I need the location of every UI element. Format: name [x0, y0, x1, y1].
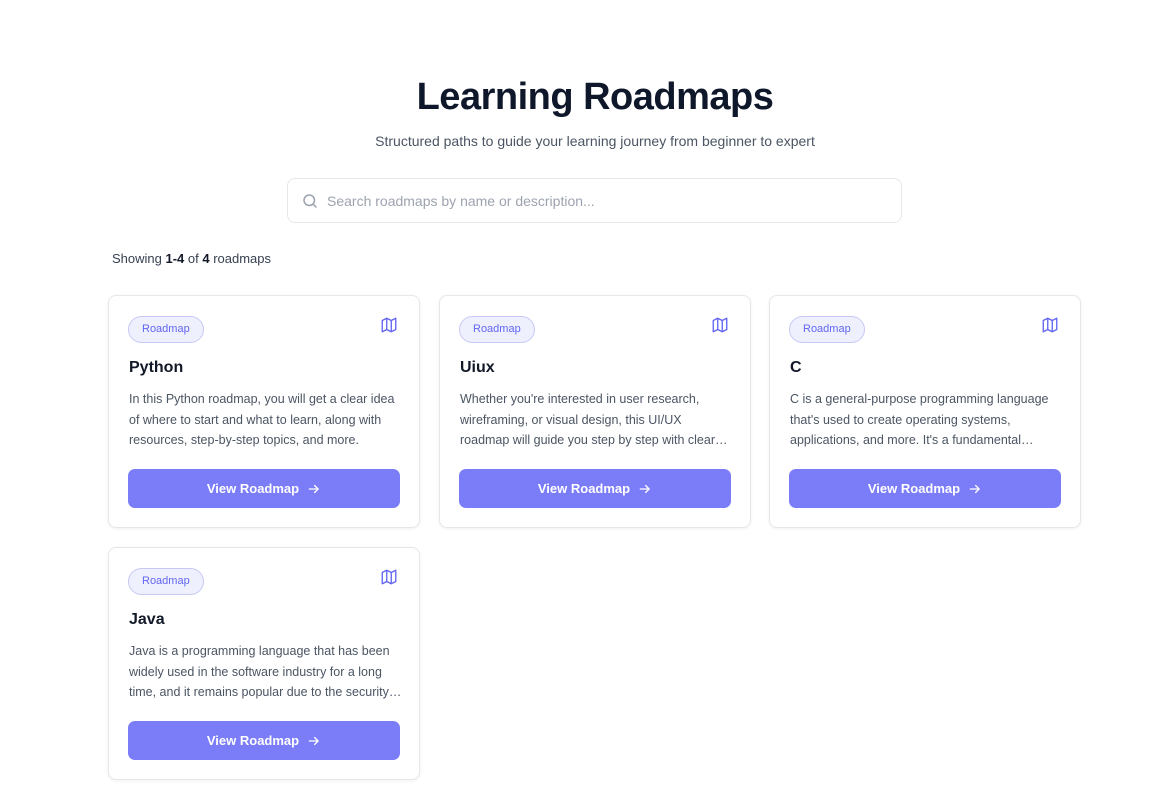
arrow-right-icon — [307, 482, 321, 496]
roadmap-card-python: Roadmap Python In this Python roadmap, y… — [108, 295, 420, 528]
view-roadmap-button[interactable]: View Roadmap — [789, 469, 1061, 508]
card-title: Python — [129, 359, 184, 376]
results-suffix: roadmaps — [209, 251, 272, 266]
card-title: C — [790, 359, 802, 376]
card-description: Java is a programming language that has … — [129, 644, 390, 699]
roadmap-badge: Roadmap — [128, 316, 204, 343]
search-icon — [301, 192, 319, 210]
map-icon — [380, 568, 398, 586]
page-title: Learning Roadmaps — [416, 76, 774, 118]
search-bar[interactable] — [287, 178, 902, 223]
card-description: In this Python roadmap, you will get a c… — [129, 392, 395, 447]
search-input[interactable] — [327, 192, 901, 209]
button-label: View Roadmap — [206, 481, 300, 496]
results-prefix: Showing — [112, 251, 166, 266]
arrow-right-icon — [638, 482, 652, 496]
card-title: Uiux — [460, 359, 495, 376]
arrow-right-icon — [968, 482, 982, 496]
button-label: View Roadmap — [206, 733, 300, 748]
roadmap-card-c: Roadmap C C is a general-purpose program… — [769, 295, 1081, 528]
view-roadmap-button[interactable]: View Roadmap — [459, 469, 731, 508]
card-title: Java — [129, 611, 165, 628]
roadmap-badge: Roadmap — [128, 568, 204, 595]
roadmap-card-java: Roadmap Java Java is a programming langu… — [108, 547, 420, 780]
card-description: C is a general-purpose programming langu… — [790, 392, 1049, 447]
roadmaps-page: Learning Roadmaps Structured paths to gu… — [0, 0, 1168, 808]
results-range: 1-4 — [165, 251, 185, 266]
view-roadmap-button[interactable]: View Roadmap — [128, 721, 400, 760]
roadmap-card-uiux: Roadmap Uiux Whether you're interested i… — [439, 295, 751, 528]
roadmap-badge: Roadmap — [459, 316, 535, 343]
page-subtitle: Structured paths to guide your learning … — [375, 133, 815, 149]
map-icon — [1041, 316, 1059, 334]
arrow-right-icon — [307, 734, 321, 748]
results-middle: of — [184, 251, 203, 266]
map-icon — [380, 316, 398, 334]
results-count: Showing 1-4 of 4 roadmaps — [112, 251, 271, 266]
view-roadmap-button[interactable]: View Roadmap — [128, 469, 400, 508]
button-label: View Roadmap — [867, 481, 961, 496]
card-description: Whether you're interested in user resear… — [460, 392, 715, 447]
results-total: 4 — [202, 251, 210, 266]
button-label: View Roadmap — [537, 481, 631, 496]
roadmap-badge: Roadmap — [789, 316, 865, 343]
map-icon — [711, 316, 729, 334]
